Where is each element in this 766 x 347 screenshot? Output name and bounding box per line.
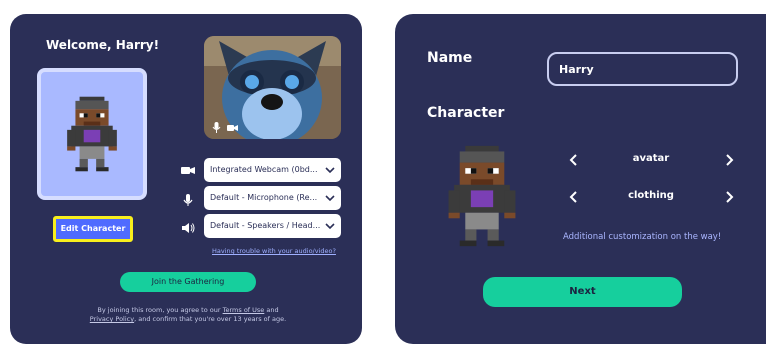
video-preview bbox=[204, 36, 341, 139]
edit-character-button[interactable]: Edit Character bbox=[53, 216, 133, 242]
webcam-select[interactable]: Integrated Webcam (0bd... bbox=[204, 158, 341, 182]
webcam-select-value: Integrated Webcam (0bd... bbox=[210, 165, 318, 174]
privacy-policy-link[interactable]: Privacy Policy bbox=[90, 315, 134, 323]
microphone-icon[interactable] bbox=[212, 122, 221, 133]
character-avatar bbox=[448, 145, 516, 247]
camera-icon bbox=[181, 167, 195, 174]
legal-text: and bbox=[264, 306, 279, 314]
customization-note: Additional customization on the way! bbox=[563, 232, 722, 242]
clothing-next-button[interactable] bbox=[720, 188, 738, 206]
name-label: Name bbox=[427, 50, 473, 66]
speaker-icon bbox=[182, 223, 195, 233]
join-panel: Welcome, Harry! Edit Character Integrate… bbox=[10, 14, 362, 344]
avatar-preview-card bbox=[37, 68, 147, 200]
chevron-down-icon bbox=[325, 195, 335, 202]
microphone-select-value: Default - Microphone (Re... bbox=[210, 193, 318, 202]
camera-icon[interactable] bbox=[227, 122, 238, 133]
clothing-prev-button[interactable] bbox=[565, 188, 583, 206]
name-input[interactable] bbox=[547, 52, 738, 86]
legal-notice: By joining this room, you agree to our T… bbox=[70, 306, 306, 324]
chevron-down-icon bbox=[325, 223, 335, 230]
welcome-heading: Welcome, Harry! bbox=[46, 38, 160, 52]
join-gathering-button[interactable]: Join the Gathering bbox=[120, 272, 256, 292]
character-label: Character bbox=[427, 105, 505, 121]
terms-of-use-link[interactable]: Terms of Use bbox=[223, 306, 265, 314]
legal-text: , and confirm that you're over 13 years … bbox=[134, 315, 287, 323]
av-trouble-link[interactable]: Having trouble with your audio/video? bbox=[212, 247, 336, 255]
microphone-select[interactable]: Default - Microphone (Re... bbox=[204, 186, 341, 210]
next-button[interactable]: Next bbox=[483, 277, 682, 307]
speakers-select-value: Default - Speakers / Head... bbox=[210, 221, 321, 230]
speakers-select[interactable]: Default - Speakers / Head... bbox=[204, 214, 341, 238]
avatar-prev-button[interactable] bbox=[565, 151, 583, 169]
microphone-icon bbox=[183, 194, 193, 206]
avatar-next-button[interactable] bbox=[720, 151, 738, 169]
legal-text: By joining this room, you agree to our bbox=[97, 306, 223, 314]
option-avatar-label: avatar bbox=[632, 153, 670, 164]
character-avatar bbox=[67, 96, 117, 172]
customize-panel: Name Character avatar clothing Additiona… bbox=[395, 14, 766, 344]
chevron-down-icon bbox=[325, 167, 335, 174]
option-clothing-label: clothing bbox=[628, 190, 674, 201]
